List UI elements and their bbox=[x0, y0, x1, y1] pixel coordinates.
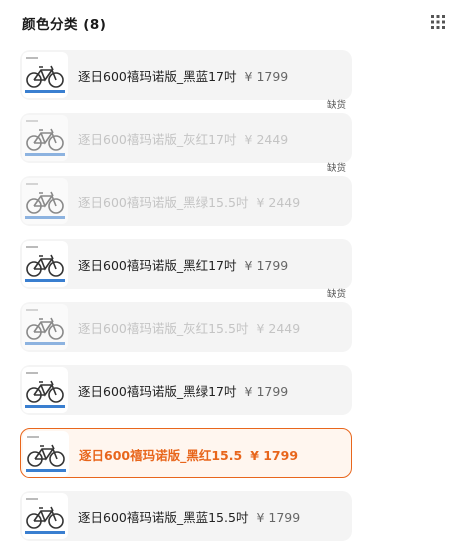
color-option-7[interactable]: 逐日600禧玛诺版_黑蓝15.5吋 ¥ 1799 bbox=[20, 491, 352, 541]
color-option-3[interactable]: 逐日600禧玛诺版_黑红17吋 ¥ 1799 bbox=[20, 239, 352, 289]
bicycle-icon bbox=[22, 367, 68, 413]
color-option-2[interactable]: 逐日600禧玛诺版_黑绿15.5吋 ¥ 2449 缺货 bbox=[20, 163, 352, 226]
option-label: 逐日600禧玛诺版_黑绿15.5吋 ¥ 2449 bbox=[78, 192, 300, 211]
bicycle-icon bbox=[22, 178, 68, 224]
option-price: ¥ 1799 bbox=[256, 510, 301, 525]
option-name: 逐日600禧玛诺版_灰红15.5吋 bbox=[78, 321, 249, 336]
option-label: 逐日600禧玛诺版_黑蓝15.5吋 ¥ 1799 bbox=[78, 507, 300, 526]
option-price: ¥ 2449 bbox=[256, 195, 301, 210]
grid-icon bbox=[431, 15, 445, 29]
out-of-stock-badge: 缺货 bbox=[326, 100, 346, 111]
option-price: ¥ 2449 bbox=[256, 321, 301, 336]
bicycle-icon bbox=[22, 52, 68, 98]
option-label: 逐日600禧玛诺版_黑绿17吋 ¥ 1799 bbox=[78, 381, 288, 400]
option-name: 逐日600禧玛诺版_黑红15.5 bbox=[79, 448, 243, 463]
color-option-6[interactable]: 逐日600禧玛诺版_黑红15.5 ¥ 1799 bbox=[20, 428, 352, 478]
bicycle-icon bbox=[22, 304, 68, 350]
option-price: ¥ 1799 bbox=[250, 448, 299, 463]
option-name: 逐日600禧玛诺版_灰红17吋 bbox=[78, 132, 237, 147]
option-price: ¥ 1799 bbox=[244, 384, 289, 399]
option-price: ¥ 2449 bbox=[244, 132, 289, 147]
option-name: 逐日600禧玛诺版_黑蓝17吋 bbox=[78, 69, 237, 84]
option-label: 逐日600禧玛诺版_灰红17吋 ¥ 2449 bbox=[78, 129, 288, 148]
option-label: 逐日600禧玛诺版_黑红17吋 ¥ 1799 bbox=[78, 255, 288, 274]
option-price: ¥ 1799 bbox=[244, 69, 289, 84]
bicycle-icon bbox=[22, 493, 68, 539]
color-option-5[interactable]: 逐日600禧玛诺版_黑绿17吋 ¥ 1799 bbox=[20, 365, 352, 415]
section-title: 颜色分类 (8) bbox=[22, 17, 107, 33]
color-option-4[interactable]: 逐日600禧玛诺版_灰红15.5吋 ¥ 2449 缺货 bbox=[20, 289, 352, 352]
option-name: 逐日600禧玛诺版_黑绿17吋 bbox=[78, 384, 237, 399]
option-name: 逐日600禧玛诺版_黑蓝15.5吋 bbox=[78, 510, 249, 525]
grid-view-button[interactable] bbox=[428, 12, 448, 32]
color-option-list: 逐日600禧玛诺版_黑蓝17吋 ¥ 1799 逐日600禧玛诺版_灰红17吋 ¥ 24… bbox=[20, 50, 352, 554]
bicycle-icon bbox=[23, 431, 69, 477]
option-name: 逐日600禧玛诺版_黑绿15.5吋 bbox=[78, 195, 249, 210]
option-label: 逐日600禧玛诺版_黑蓝17吋 ¥ 1799 bbox=[78, 66, 288, 85]
out-of-stock-badge: 缺货 bbox=[326, 163, 346, 174]
option-name: 逐日600禧玛诺版_黑红17吋 bbox=[78, 258, 237, 273]
option-label: 逐日600禧玛诺版_黑红15.5 ¥ 1799 bbox=[79, 445, 298, 464]
bicycle-icon bbox=[22, 241, 68, 287]
color-option-0[interactable]: 逐日600禧玛诺版_黑蓝17吋 ¥ 1799 bbox=[20, 50, 352, 100]
color-category-header: 颜色分类 (8) bbox=[22, 12, 454, 36]
color-option-1[interactable]: 逐日600禧玛诺版_灰红17吋 ¥ 2449 缺货 bbox=[20, 100, 352, 163]
bicycle-icon bbox=[22, 115, 68, 161]
option-price: ¥ 1799 bbox=[244, 258, 289, 273]
out-of-stock-badge: 缺货 bbox=[326, 289, 346, 300]
option-label: 逐日600禧玛诺版_灰红15.5吋 ¥ 2449 bbox=[78, 318, 300, 337]
